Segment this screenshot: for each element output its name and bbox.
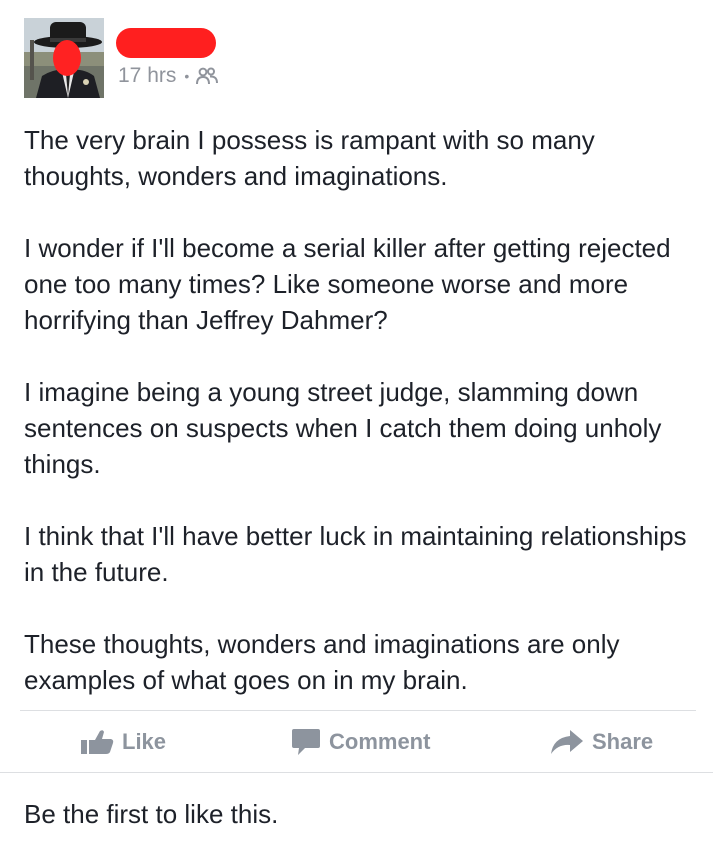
avatar[interactable]	[24, 18, 104, 98]
divider	[20, 710, 696, 711]
post-header: 17 hrs •	[24, 18, 684, 102]
post-paragraph: I imagine being a young street judge, sl…	[24, 377, 662, 479]
comment-label: Comment	[329, 729, 431, 754]
like-label: Like	[122, 729, 167, 754]
friends-icon[interactable]	[196, 67, 219, 85]
share-button[interactable]: Share	[550, 712, 653, 772]
post-meta: 17 hrs •	[118, 64, 219, 88]
like-button[interactable]: Like	[80, 712, 166, 772]
comment-button[interactable]: Comment	[291, 712, 430, 772]
avatar-photo	[24, 18, 104, 98]
action-bar: Like Comment Share	[20, 712, 696, 772]
share-arrow-icon	[550, 729, 584, 755]
divider	[0, 772, 713, 773]
post-body: The very brain I possess is rampant with…	[24, 122, 694, 698]
thumbs-up-icon	[80, 729, 114, 755]
post-paragraph: These thoughts, wonders and imaginations…	[24, 629, 620, 695]
share-label: Share	[592, 729, 654, 754]
post-timestamp[interactable]: 17 hrs	[118, 64, 176, 88]
speech-bubble-icon	[291, 728, 321, 756]
author-name-redacted[interactable]	[116, 28, 216, 58]
meta-separator: •	[184, 68, 190, 84]
post-paragraph: The very brain I possess is rampant with…	[24, 125, 595, 191]
likes-summary: Be the first to like this.	[24, 799, 279, 829]
post-paragraph: I think that I'll have better luck in ma…	[24, 521, 687, 587]
post-paragraph: I wonder if I'll become a serial killer …	[24, 233, 671, 335]
